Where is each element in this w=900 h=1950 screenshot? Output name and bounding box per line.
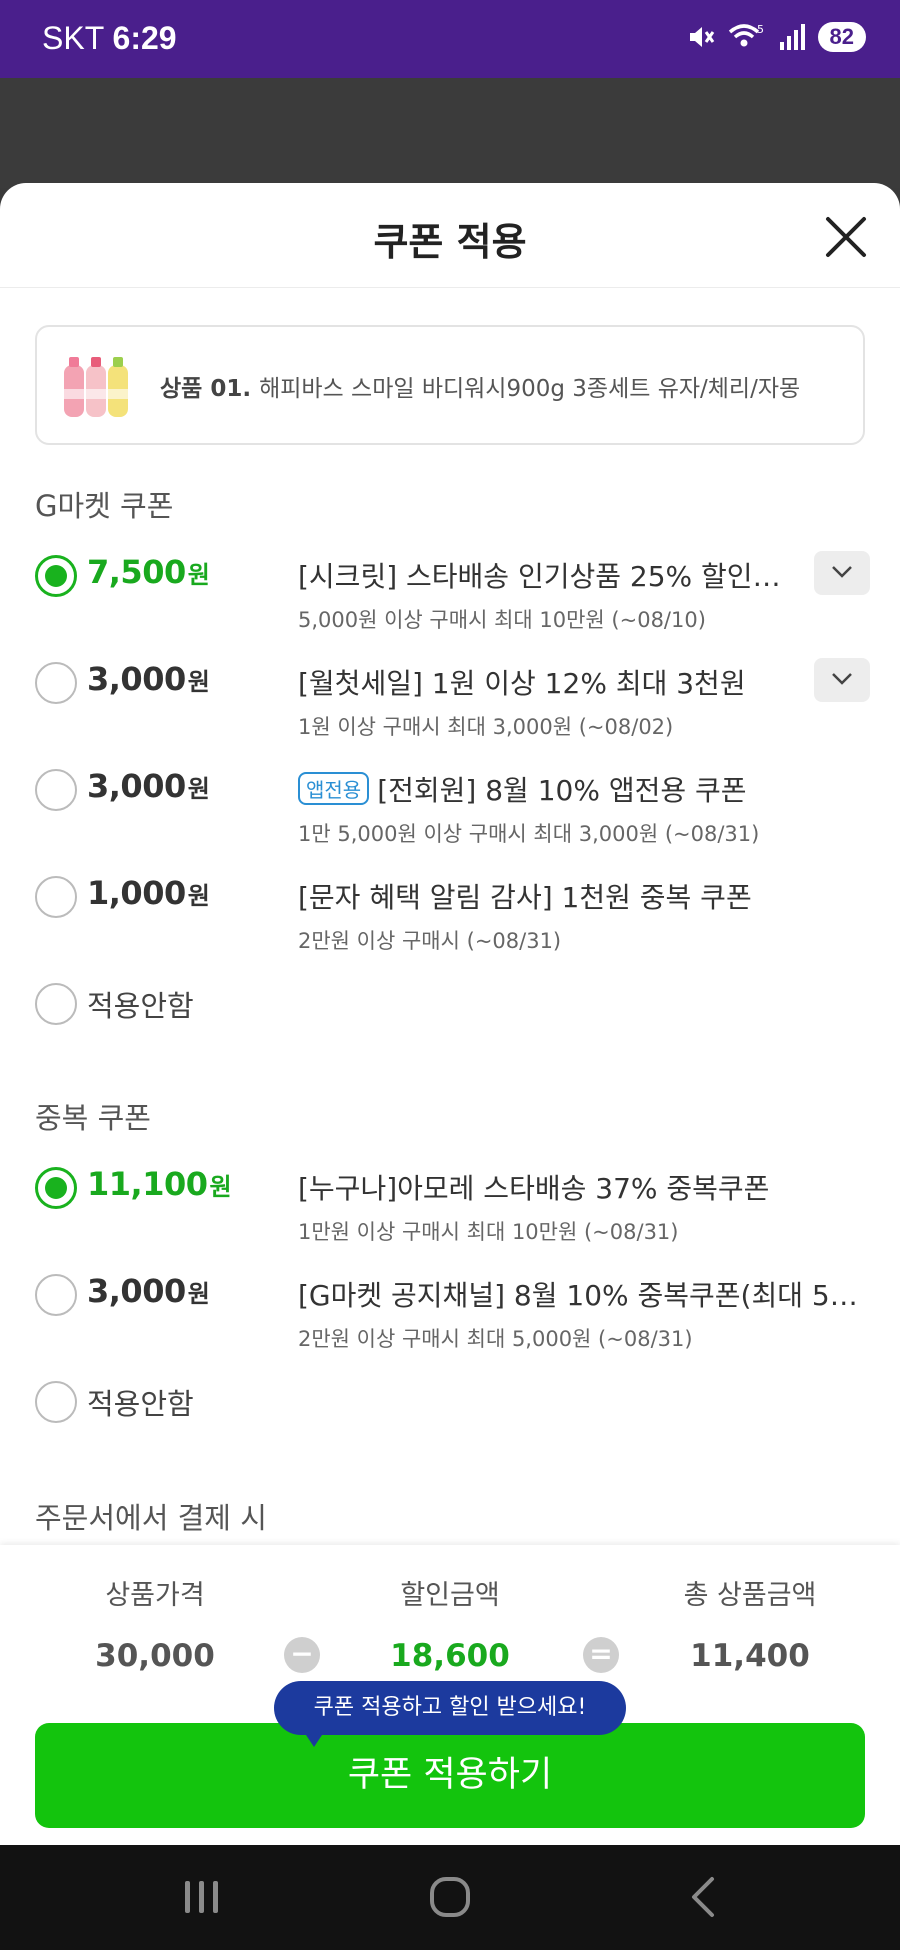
minus-icon: −: [284, 1637, 320, 1673]
coupon-condition: 5,000원 이상 구매시 최대 10만원 (~08/10): [298, 608, 706, 632]
wifi-badge: 5: [757, 23, 764, 36]
mute-icon: [689, 27, 714, 47]
sheet-header: 쿠폰 적용: [0, 183, 900, 288]
discount-value: 18,600: [390, 1638, 510, 1674]
home-icon[interactable]: [428, 1875, 472, 1919]
battery-level: 82: [817, 22, 866, 52]
coupon-radio-selected[interactable]: [35, 555, 77, 597]
equals-icon: =: [583, 1637, 619, 1673]
product-thumbnail: [64, 357, 128, 417]
apply-coupon-button[interactable]: 쿠폰 적용하기: [35, 1723, 865, 1828]
coupon-row-none[interactable]: 적용안함: [35, 1377, 870, 1427]
duplicate-coupon-section-title: 중복 쿠폰: [35, 1101, 151, 1135]
system-nav-bar: [0, 1845, 900, 1950]
product-price-column: 상품가격 30,000: [35, 1573, 275, 1674]
coupon-sheet: 쿠폰 적용 상품 01. 해피바스 스마일 바디워시900g 3종세트 유자/체리…: [0, 183, 900, 1845]
coupon-amount: 1,000원: [87, 874, 210, 912]
coupon-radio[interactable]: [35, 1274, 77, 1316]
coupon-row[interactable]: 11,100원 [누구나]아모레 스타배송 37% 중복쿠폰 1만원 이상 구매…: [35, 1163, 870, 1253]
carrier-name: SKT: [42, 20, 104, 56]
coupon-row[interactable]: 1,000원 [문자 혜택 알림 감사] 1천원 중복 쿠폰 2만원 이상 구매…: [35, 872, 870, 962]
sheet-title: 쿠폰 적용: [373, 220, 527, 264]
coupon-radio[interactable]: [35, 876, 77, 918]
carrier-time: SKT 6:29: [42, 20, 177, 57]
back-icon[interactable]: [684, 1875, 728, 1919]
promo-text: 주문서에서 결제 시: [35, 1501, 267, 1535]
coupon-amount: 7,500원: [87, 553, 210, 591]
signal-icon: [779, 24, 805, 50]
coupon-row[interactable]: 3,000원 앱전용 [전회원] 8월 10% 앱전용 쿠폰 1만 5,000원 …: [35, 765, 870, 855]
coupon-row[interactable]: 7,500원 [시크릿] 스타배송 인기상품 25% 할인쿠폰 5,000원 이…: [35, 551, 870, 641]
coupon-radio[interactable]: [35, 662, 77, 704]
clock-time: 6:29: [112, 20, 177, 56]
product-price-label: 상품가격: [105, 1580, 205, 1611]
app-only-tag: 앱전용: [298, 772, 370, 805]
coupon-condition: 1원 이상 구매시 최대 3,000원 (~08/02): [298, 715, 674, 739]
dimmed-background[interactable]: [0, 78, 900, 188]
product-name: 해피바스 스마일 바디워시900g 3종세트 유자/체리/자몽: [259, 376, 801, 402]
discount-column: 할인금액 18,600: [330, 1573, 570, 1674]
discount-label: 할인금액: [400, 1580, 500, 1611]
coupon-name: [누구나]아모레 스타배송 37% 중복쿠폰: [298, 1172, 770, 1205]
coupon-name: [시크릿] 스타배송 인기상품 25% 할인쿠폰: [298, 560, 803, 593]
coupon-condition: 1만 5,000원 이상 구매시 최대 3,000원 (~08/31): [298, 822, 760, 846]
status-icons: 5 82: [686, 22, 866, 52]
wifi-icon: 5: [728, 23, 764, 47]
coupon-amount: 3,000원: [87, 660, 210, 698]
coupon-radio[interactable]: [35, 983, 77, 1025]
coupon-condition: 2만원 이상 구매시 (~08/31): [298, 929, 562, 953]
coupon-radio[interactable]: [35, 769, 77, 811]
tooltip-tail: [302, 1729, 326, 1747]
coupon-amount: 3,000원: [87, 767, 210, 805]
gmarket-coupon-section-title: G마켓 쿠폰: [35, 489, 174, 523]
no-coupon-label: 적용안함: [87, 1387, 194, 1421]
total-label: 총 상품금액: [683, 1580, 817, 1611]
product-label: 상품 01.: [160, 376, 252, 402]
coupon-name: [G마켓 공지채널] 8월 10% 중복쿠폰(최대 5천원): [298, 1279, 863, 1312]
product-price-value: 30,000: [95, 1638, 215, 1674]
coupon-condition: 2만원 이상 구매시 최대 5,000원 (~08/31): [298, 1327, 693, 1351]
recent-apps-icon[interactable]: [180, 1875, 224, 1919]
expand-button[interactable]: [814, 551, 870, 595]
coupon-row[interactable]: 3,000원 [월첫세일] 1원 이상 12% 최대 3천원 1원 이상 구매시…: [35, 658, 870, 748]
no-coupon-label: 적용안함: [87, 989, 194, 1023]
coupon-name: [문자 혜택 알림 감사] 1천원 중복 쿠폰: [298, 881, 752, 914]
coupon-row-none[interactable]: 적용안함: [35, 979, 870, 1029]
coupon-radio[interactable]: [35, 1381, 77, 1423]
coupon-name: 앱전용 [전회원] 8월 10% 앱전용 쿠폰: [298, 769, 863, 809]
chevron-down-icon: [832, 673, 852, 685]
coupon-radio-selected[interactable]: [35, 1167, 77, 1209]
chevron-down-icon: [832, 566, 852, 578]
close-icon[interactable]: [822, 213, 870, 261]
coupon-condition: 1만원 이상 구매시 최대 10만원 (~08/31): [298, 1220, 679, 1244]
coupon-row[interactable]: 3,000원 [G마켓 공지채널] 8월 10% 중복쿠폰(최대 5천원) 2만…: [35, 1270, 870, 1360]
expand-button[interactable]: [814, 658, 870, 702]
coupon-amount: 11,100원: [87, 1165, 232, 1203]
apply-tooltip: 쿠폰 적용하고 할인 받으세요!: [274, 1681, 626, 1735]
total-value: 11,400: [690, 1638, 810, 1674]
coupon-name: [월첫세일] 1원 이상 12% 최대 3천원: [298, 667, 746, 700]
product-info-box: 상품 01. 해피바스 스마일 바디워시900g 3종세트 유자/체리/자몽: [35, 325, 865, 445]
product-name-line: 상품 01. 해피바스 스마일 바디워시900g 3종세트 유자/체리/자몽: [160, 369, 800, 403]
status-bar: SKT 6:29 5 82: [0, 0, 900, 78]
total-column: 총 상품금액 11,400: [630, 1573, 870, 1674]
coupon-amount: 3,000원: [87, 1272, 210, 1310]
